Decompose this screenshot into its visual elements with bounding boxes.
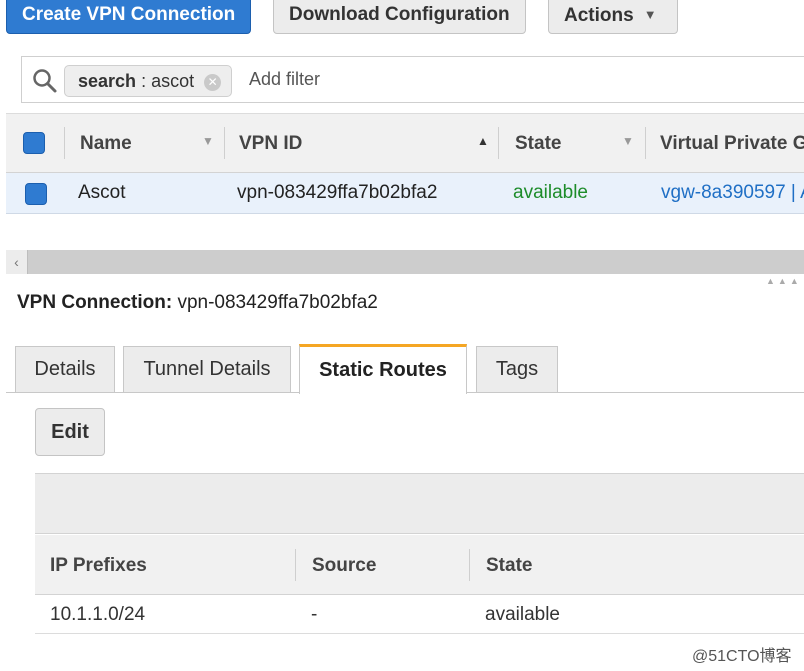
row-state: available: [513, 182, 588, 203]
scroll-left-icon[interactable]: ‹: [6, 250, 28, 274]
add-filter-input[interactable]: Add filter: [249, 69, 320, 90]
route-state: available: [485, 604, 560, 625]
column-divider: [295, 549, 296, 581]
filter-chip-value: ascot: [151, 71, 195, 91]
column-header-ip-prefixes[interactable]: IP Prefixes: [50, 555, 147, 577]
route-source: -: [311, 604, 318, 625]
tab-static-routes[interactable]: Static Routes: [299, 344, 467, 394]
filter-chip-separator: :: [141, 71, 147, 91]
filter-bar: search : ascot ✕ Add filter: [21, 56, 804, 103]
filter-chip-key: search: [78, 71, 137, 91]
table-row: 10.1.1.0/24 - available: [35, 595, 804, 634]
column-divider: [645, 127, 646, 159]
create-vpn-connection-button[interactable]: Create VPN Connection: [6, 0, 252, 34]
column-divider: [64, 127, 65, 159]
remove-filter-icon[interactable]: ✕: [204, 74, 222, 91]
sort-down-icon[interactable]: ▼: [202, 134, 214, 148]
pane-resize-handle[interactable]: ▲▲▲: [766, 276, 802, 286]
column-header-vpn-id[interactable]: VPN ID: [239, 133, 302, 155]
column-header-route-state[interactable]: State: [486, 555, 532, 577]
chevron-down-icon: ▼: [643, 7, 657, 22]
actions-label: Actions: [564, 5, 634, 26]
edit-button[interactable]: Edit: [35, 408, 105, 456]
row-name: Ascot: [78, 182, 126, 203]
tab-details[interactable]: Details: [15, 346, 115, 392]
vpn-table-header: Name ▼ VPN ID ▲ State ▼ Virtual Private …: [6, 113, 804, 173]
row-vgw-link[interactable]: vgw-8a390597 | A: [661, 182, 804, 204]
detail-title-label: VPN Connection:: [17, 292, 173, 313]
routes-table-toolbar: [35, 473, 804, 534]
sort-up-icon[interactable]: ▲: [477, 134, 489, 148]
detail-title: VPN Connection: vpn-083429ffa7b02bfa2: [17, 292, 378, 314]
filter-chip[interactable]: search : ascot ✕: [64, 65, 233, 97]
column-header-state[interactable]: State: [515, 133, 561, 155]
column-divider: [224, 127, 225, 159]
tab-tunnel-details[interactable]: Tunnel Details: [123, 346, 291, 392]
select-all-checkbox[interactable]: [23, 132, 45, 154]
column-divider: [498, 127, 499, 159]
table-row[interactable]: Ascot vpn-083429ffa7b02bfa2 available vg…: [6, 173, 804, 214]
download-configuration-button[interactable]: Download Configuration: [273, 0, 526, 34]
search-icon: [33, 69, 57, 93]
column-header-virtual-private-gateway[interactable]: Virtual Private G: [660, 133, 804, 155]
column-header-source[interactable]: Source: [312, 555, 376, 577]
row-checkbox[interactable]: [25, 183, 47, 205]
detail-title-vpn-id: vpn-083429ffa7b02bfa2: [177, 292, 378, 313]
watermark: @51CTO博客: [692, 648, 792, 665]
route-prefix: 10.1.1.0/24: [50, 604, 146, 625]
horizontal-scrollbar[interactable]: ‹: [6, 250, 804, 274]
row-vpn-id: vpn-083429ffa7b02bfa2: [237, 182, 438, 203]
column-header-name[interactable]: Name: [80, 133, 132, 155]
sort-down-icon[interactable]: ▼: [622, 134, 634, 148]
actions-dropdown-button[interactable]: Actions ▼: [548, 0, 678, 34]
routes-table-header: IP Prefixes Source State: [35, 535, 804, 595]
column-divider: [469, 549, 470, 581]
tab-tags[interactable]: Tags: [476, 346, 558, 392]
